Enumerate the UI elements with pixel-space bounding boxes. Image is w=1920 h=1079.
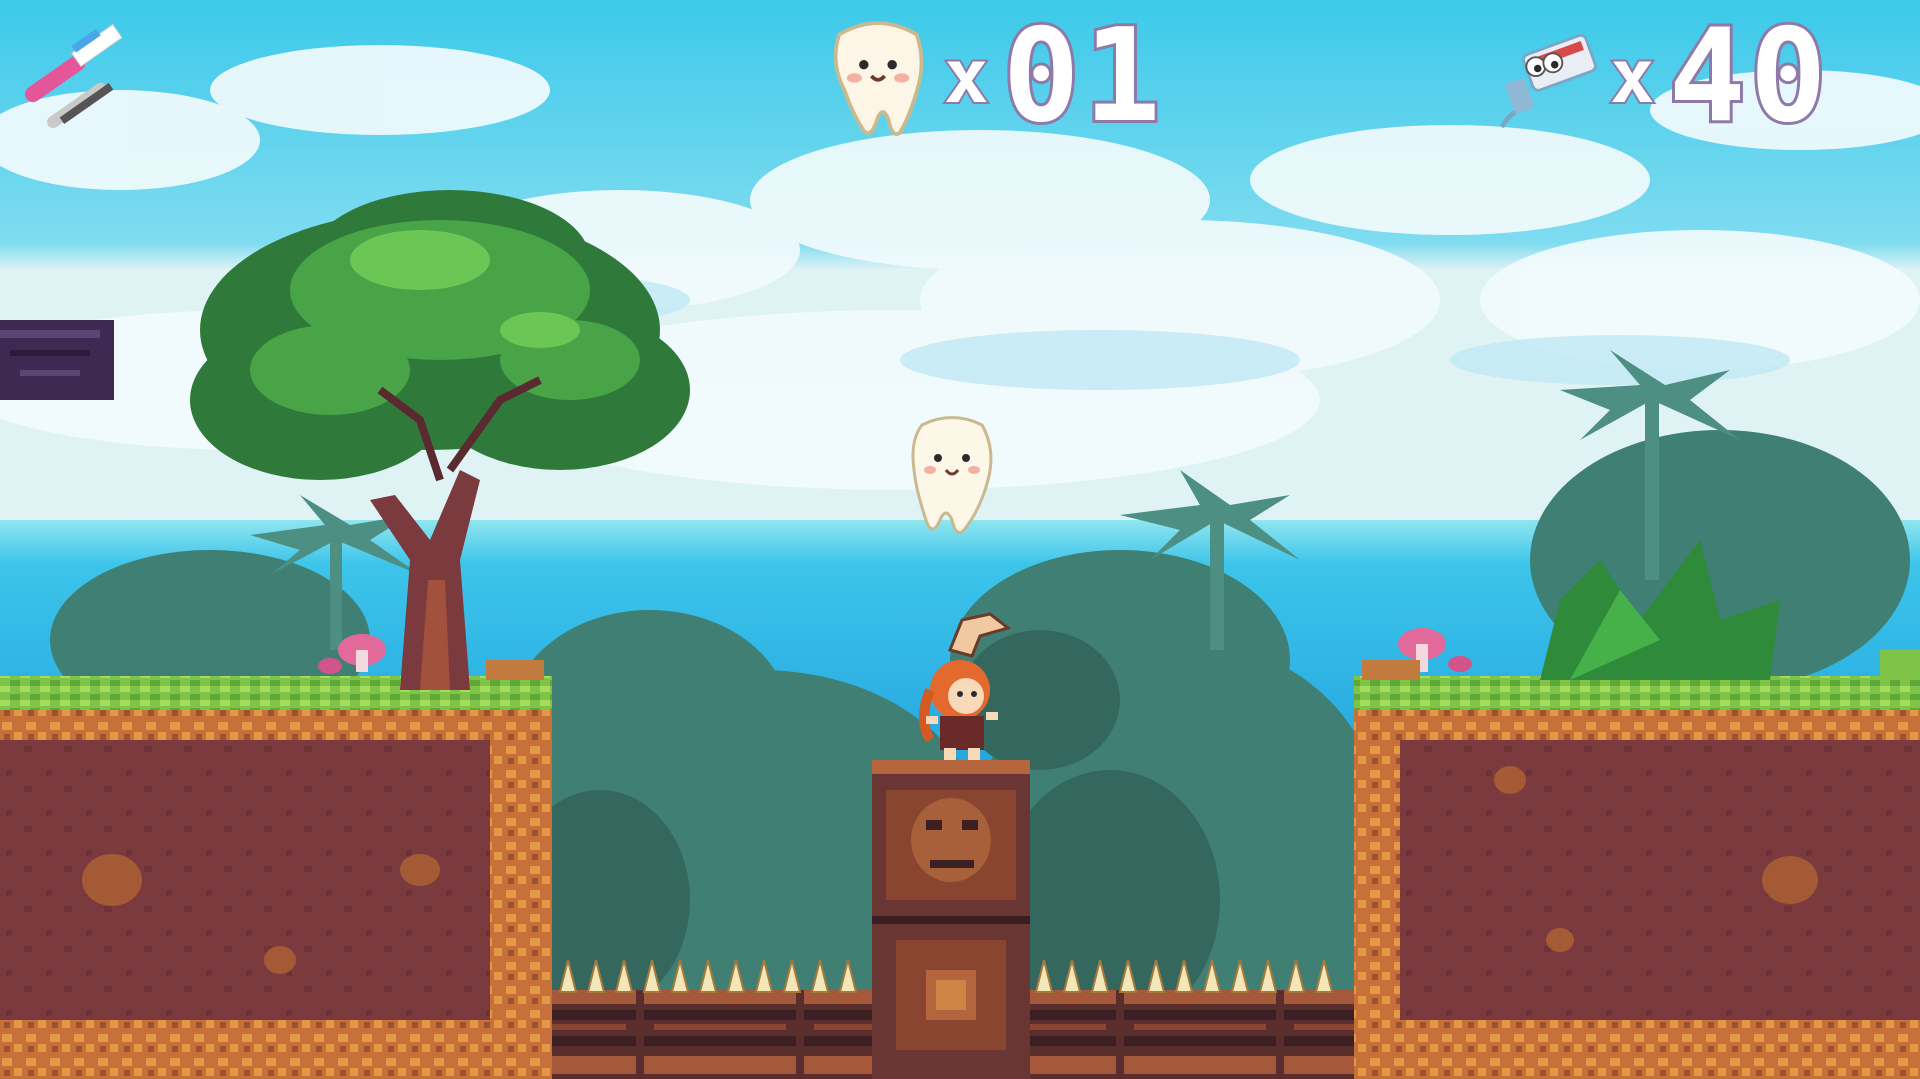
game-scene xyxy=(0,0,1920,1079)
left-ground-platform xyxy=(0,676,552,1079)
spike-row-right xyxy=(1030,990,1354,1079)
toothpaste-count: 40 xyxy=(1666,2,1831,151)
game-viewport[interactable]: x 01 x 40 xyxy=(0,0,1920,1079)
teeth-count: 01 xyxy=(1000,2,1165,151)
teeth-multiplier: x xyxy=(942,32,991,122)
weapon-slot xyxy=(16,16,136,136)
stump-right xyxy=(1362,660,1420,680)
grass-tuft xyxy=(1880,650,1920,680)
right-ground-platform xyxy=(1354,676,1920,1079)
tooth-icon xyxy=(833,21,924,136)
toothpaste-counter: x 40 xyxy=(1498,2,1831,151)
stump-left xyxy=(486,660,544,680)
toothbrush-icon xyxy=(25,23,123,129)
toothpaste-multiplier: x xyxy=(1608,32,1657,122)
spike-row-left xyxy=(552,990,872,1079)
teeth-counter: x 01 xyxy=(826,2,1165,151)
toothpaste-tube-icon xyxy=(1499,33,1597,129)
totem-pillar xyxy=(872,760,1030,1079)
